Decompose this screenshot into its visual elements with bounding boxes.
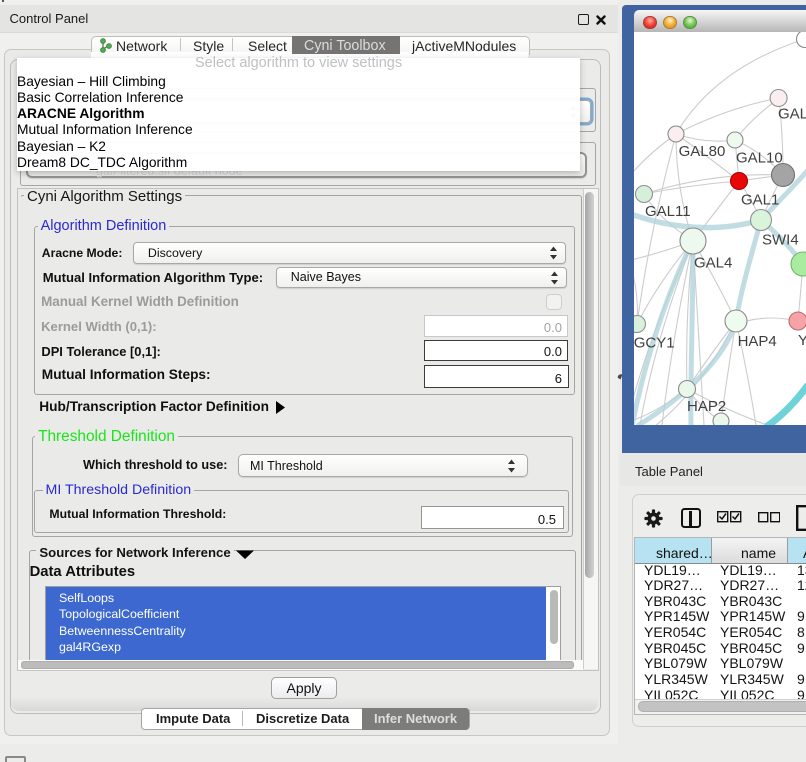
svg-text:GAL4: GAL4 [694,255,732,272]
svg-text:HAP4: HAP4 [738,333,777,350]
svg-text:GCY1: GCY1 [634,335,675,352]
svg-text:SWI4: SWI4 [762,232,799,249]
svg-text:GAL11: GAL11 [645,203,691,220]
svg-text:GAL1: GAL1 [741,192,779,209]
svg-text:Y: Y [798,332,806,349]
svg-text:GAL: GAL [778,106,806,123]
svg-text:HAP2: HAP2 [687,398,726,415]
svg-text:GAL80: GAL80 [679,143,726,160]
svg-text:GAL10: GAL10 [736,150,783,167]
